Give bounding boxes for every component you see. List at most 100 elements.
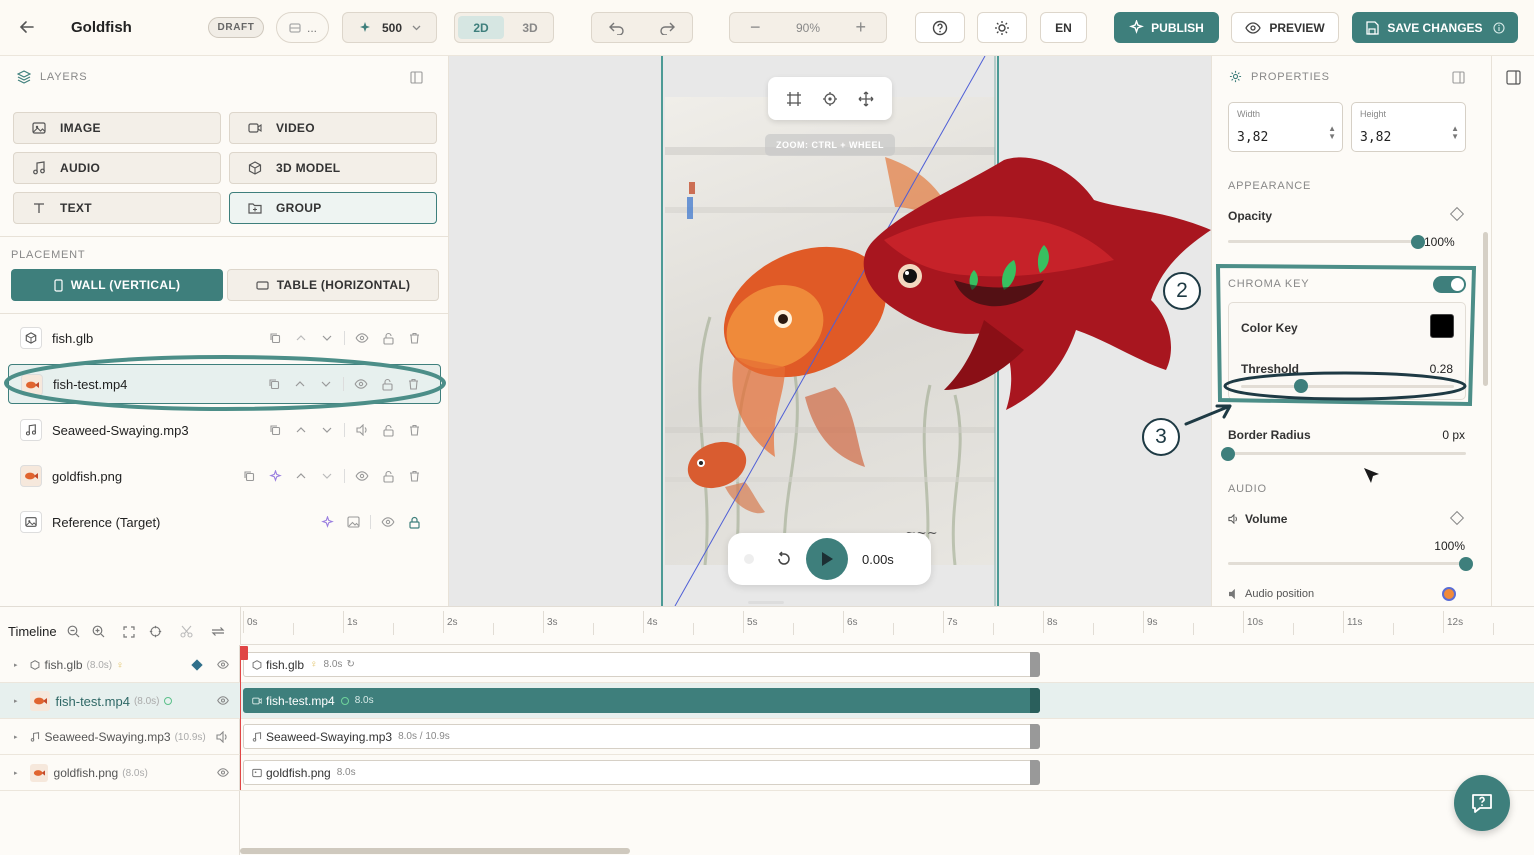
loop-icon[interactable] bbox=[211, 625, 225, 638]
lock-icon[interactable] bbox=[375, 424, 401, 437]
move-up-icon[interactable] bbox=[288, 427, 314, 433]
visibility-eye-icon[interactable] bbox=[217, 696, 229, 705]
duplicate-icon[interactable] bbox=[262, 424, 288, 436]
height-stepper[interactable]: ▲ ▼ bbox=[1451, 125, 1459, 141]
clip-end-handle[interactable] bbox=[1030, 688, 1040, 713]
publish-button[interactable]: PUBLISH bbox=[1114, 12, 1219, 43]
track-header[interactable]: ▸ fish.glb (8.0s) ♀ bbox=[0, 647, 240, 683]
add-text-button[interactable]: TEXT bbox=[13, 192, 221, 224]
height-field[interactable]: Height 3,82 ▲ ▼ bbox=[1351, 102, 1466, 152]
volume-slider-knob[interactable] bbox=[1459, 557, 1473, 571]
back-arrow-icon[interactable] bbox=[18, 18, 36, 36]
crop-frame-icon[interactable] bbox=[786, 91, 802, 107]
target-center-icon[interactable] bbox=[149, 625, 162, 638]
expand-caret-icon[interactable]: ▸ bbox=[14, 661, 18, 669]
move-down-icon[interactable] bbox=[314, 335, 340, 341]
resize-handle[interactable] bbox=[748, 601, 784, 604]
properties-scrollbar[interactable] bbox=[1483, 232, 1488, 386]
ai-sparkle-icon[interactable] bbox=[262, 469, 288, 483]
theme-button[interactable] bbox=[977, 12, 1027, 43]
timeline-scrollbar[interactable] bbox=[240, 848, 630, 854]
lock-icon[interactable] bbox=[375, 470, 401, 483]
trash-icon[interactable] bbox=[401, 424, 427, 436]
placement-wall-button[interactable]: WALL (VERTICAL) bbox=[11, 269, 223, 301]
trash-icon[interactable] bbox=[401, 470, 427, 482]
track-header[interactable]: ▸ Seaweed-Swaying.mp3 (10.9s) bbox=[0, 719, 240, 755]
zoom-out-button[interactable]: − bbox=[750, 17, 761, 38]
scene-canvas[interactable]: ~~~ ZOOM: CTRL + WHEEL 0.00s bbox=[449, 56, 1211, 606]
view-3d-button[interactable]: 3D bbox=[507, 16, 553, 39]
trash-icon[interactable] bbox=[401, 332, 427, 344]
save-changes-button[interactable]: SAVE CHANGES bbox=[1352, 12, 1518, 43]
track-header[interactable]: ▸ goldfish.png (8.0s) bbox=[0, 755, 240, 791]
fit-icon[interactable] bbox=[123, 625, 135, 638]
width-stepper[interactable]: ▲ ▼ bbox=[1328, 125, 1336, 141]
add-audio-button[interactable]: AUDIO bbox=[13, 152, 221, 184]
add-3d-model-button[interactable]: 3D MODEL bbox=[229, 152, 437, 184]
visibility-eye-icon[interactable] bbox=[349, 471, 375, 481]
credits-dropdown[interactable]: 500 bbox=[342, 12, 437, 43]
sidebar-toggle-icon[interactable] bbox=[1506, 70, 1521, 85]
lock-icon[interactable] bbox=[401, 516, 427, 529]
move-up-icon[interactable] bbox=[288, 473, 314, 479]
layer-row[interactable]: Reference (Target) bbox=[8, 502, 441, 542]
lock-icon[interactable] bbox=[375, 332, 401, 345]
border-radius-slider[interactable] bbox=[1228, 452, 1466, 455]
zoom-in-icon[interactable] bbox=[92, 625, 105, 638]
clip-bar[interactable]: Seaweed-Swaying.mp3 8.0s / 10.9s bbox=[243, 724, 1040, 749]
ai-sparkle-icon[interactable] bbox=[314, 515, 340, 529]
keyframe-diamond-icon[interactable] bbox=[1449, 206, 1465, 222]
volume-slider[interactable] bbox=[1228, 562, 1466, 565]
visibility-eye-icon[interactable] bbox=[349, 333, 375, 343]
clip-end-handle[interactable] bbox=[1030, 724, 1040, 749]
layer-row[interactable]: goldfish.png bbox=[8, 456, 441, 496]
unsaved-indicator[interactable]: ... bbox=[276, 12, 329, 43]
speaker-icon[interactable] bbox=[216, 731, 229, 743]
add-video-button[interactable]: VIDEO bbox=[229, 112, 437, 144]
collapse-panel-icon[interactable] bbox=[410, 71, 423, 84]
move-arrows-icon[interactable] bbox=[858, 91, 874, 107]
restart-icon[interactable] bbox=[776, 551, 792, 567]
project-title[interactable]: Goldfish bbox=[71, 19, 132, 36]
opacity-slider[interactable] bbox=[1228, 240, 1418, 243]
view-2d-button[interactable]: 2D bbox=[458, 16, 504, 39]
move-down-icon[interactable] bbox=[314, 427, 340, 433]
collapse-panel-icon[interactable] bbox=[1452, 71, 1465, 84]
expand-caret-icon[interactable]: ▸ bbox=[14, 733, 18, 741]
clip-end-handle[interactable] bbox=[1030, 760, 1040, 785]
expand-caret-icon[interactable]: ▸ bbox=[14, 697, 18, 705]
expand-caret-icon[interactable]: ▸ bbox=[14, 769, 18, 777]
duplicate-icon[interactable] bbox=[262, 332, 288, 344]
visibility-eye-icon[interactable] bbox=[217, 768, 229, 777]
clip-bar-selected[interactable]: fish-test.mp4 8.0s bbox=[243, 688, 1040, 713]
play-button[interactable] bbox=[806, 538, 848, 580]
visibility-eye-icon[interactable] bbox=[375, 517, 401, 527]
keyframe-diamond-icon[interactable] bbox=[1449, 510, 1465, 526]
speaker-icon[interactable] bbox=[349, 424, 375, 436]
track-header-selected[interactable]: ▸ fish-test.mp4 (8.0s) bbox=[0, 683, 240, 719]
preview-button[interactable]: PREVIEW bbox=[1231, 12, 1339, 43]
layer-row[interactable]: Seaweed-Swaying.mp3 bbox=[8, 410, 441, 450]
time-ruler[interactable]: 0s 1s 2s 3s 4s 5s 6s 7s 8s 9s 10s 11s 12s bbox=[240, 607, 1534, 645]
help-button[interactable] bbox=[915, 12, 965, 43]
keyframe-diamond-icon[interactable] bbox=[191, 659, 203, 671]
playhead-handle[interactable] bbox=[240, 646, 248, 660]
opacity-slider-knob[interactable] bbox=[1411, 235, 1425, 249]
zoom-in-button[interactable]: + bbox=[855, 17, 866, 38]
width-field[interactable]: Width 3,82 ▲ ▼ bbox=[1228, 102, 1343, 152]
undo-button[interactable] bbox=[592, 21, 642, 35]
audio-position-target-icon[interactable] bbox=[1442, 587, 1456, 601]
clip-bar[interactable]: goldfish.png 8.0s bbox=[243, 760, 1040, 785]
border-radius-slider-knob[interactable] bbox=[1221, 447, 1235, 461]
move-up-icon[interactable] bbox=[288, 335, 314, 341]
placement-table-button[interactable]: TABLE (HORIZONTAL) bbox=[227, 269, 439, 301]
zoom-out-icon[interactable] bbox=[67, 625, 80, 638]
add-group-button[interactable]: GROUP bbox=[229, 192, 437, 224]
record-dot-icon[interactable] bbox=[744, 554, 754, 564]
duplicate-icon[interactable] bbox=[236, 470, 262, 482]
help-chat-button[interactable] bbox=[1454, 775, 1510, 831]
move-down-icon[interactable] bbox=[314, 473, 340, 479]
replace-image-icon[interactable] bbox=[340, 516, 366, 528]
language-button[interactable]: EN bbox=[1040, 12, 1087, 43]
clip-bar[interactable]: fish.glb ♀ 8.0s ↻ bbox=[243, 652, 1040, 677]
